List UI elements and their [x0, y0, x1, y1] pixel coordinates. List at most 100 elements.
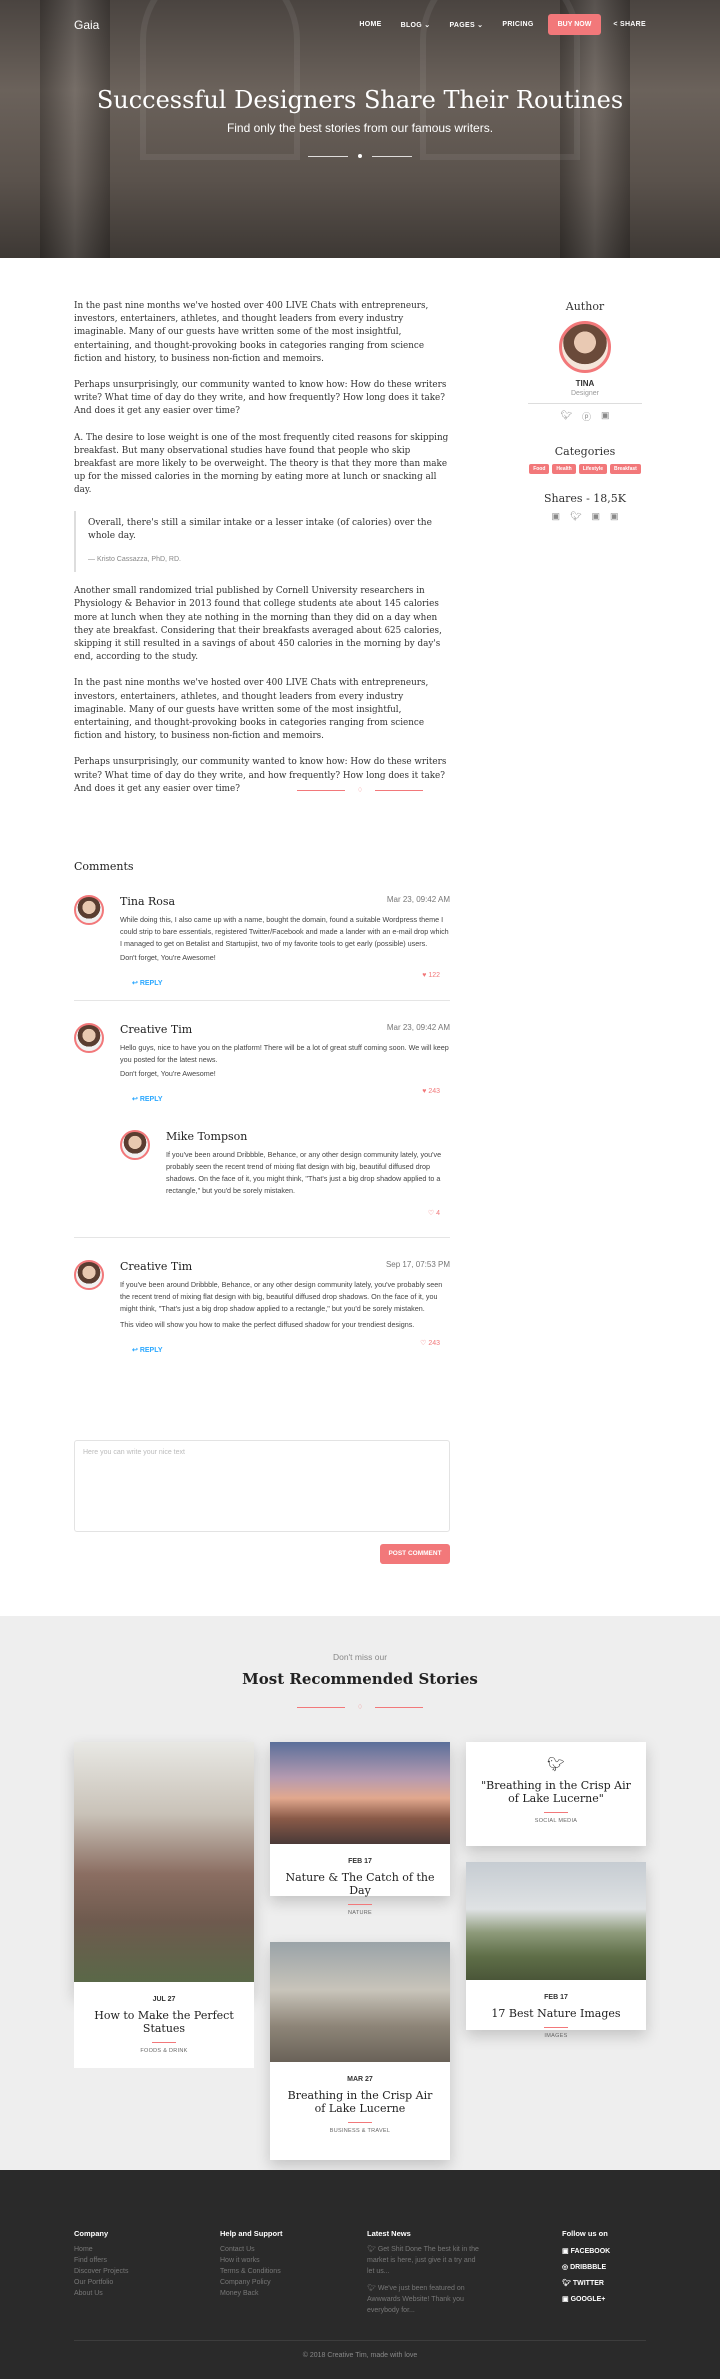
- google-icon[interactable]: ▣: [591, 511, 600, 522]
- comment-footer: ♡ 4: [166, 1209, 450, 1221]
- section-kicker: Don't miss our: [332, 1652, 388, 1662]
- twitter-link[interactable]: 🐦︎ TWITTER: [562, 2276, 610, 2292]
- google-link[interactable]: ▣ GOOGLE+: [562, 2292, 610, 2308]
- author-heading: Author: [565, 300, 605, 313]
- google-icon: ▣: [562, 2296, 571, 2303]
- news-item[interactable]: 🐦︎ Get Shit Done The best kit in the mar…: [367, 2244, 482, 2277]
- story-card[interactable]: 🐦︎ "Breathing in the Crisp Air of Lake L…: [466, 1742, 646, 1846]
- comment-date: Mar 23, 09:42 AM: [386, 895, 450, 904]
- nav-link-blog[interactable]: BLOG ⌄: [401, 21, 431, 29]
- like-button[interactable]: ♥ 122: [422, 972, 440, 979]
- footer-heading: Help and Support: [220, 2229, 283, 2238]
- news-item[interactable]: 🐦︎ We've just been featured on Awwwards …: [367, 2283, 482, 2316]
- facebook-label: FACEBOOK: [570, 2248, 611, 2255]
- comment-author: Mike Tompson: [166, 1130, 248, 1143]
- tag-food[interactable]: Food: [529, 464, 550, 474]
- twitter-icon: 🐦︎: [367, 2246, 378, 2253]
- facebook-icon: ▣: [562, 2248, 571, 2255]
- tag-health[interactable]: Health: [552, 464, 576, 474]
- google-label: GOOGLE+: [570, 2296, 606, 2303]
- comment-textarea[interactable]: Here you can write your nice text: [74, 1440, 450, 1532]
- footer-link[interactable]: Home: [74, 2244, 128, 2255]
- story-title: Breathing in the Crisp Air of Lake Lucer…: [287, 2089, 433, 2115]
- reply-label: REPLY: [139, 980, 163, 987]
- footer-link[interactable]: Our Portfolio: [74, 2277, 128, 2288]
- footer-link[interactable]: Find offers: [74, 2255, 128, 2266]
- tag-breakfast[interactable]: Breakfast: [610, 464, 641, 474]
- nav-link-home[interactable]: HOME: [359, 21, 381, 28]
- brand-logo[interactable]: Gaia: [74, 18, 99, 32]
- like-button[interactable]: ♡ 243: [420, 1339, 440, 1347]
- recommended-section: Don't miss our Most Recommended Stories …: [0, 1616, 720, 2170]
- reply-button[interactable]: ↩ REPLY: [132, 1096, 163, 1103]
- twitter-icon: 🐦︎: [562, 2280, 573, 2287]
- article-paragraph: In the past nine months we've hosted ove…: [74, 301, 429, 364]
- post-comment-button[interactable]: POST COMMENT: [380, 1544, 450, 1564]
- news-item-text: Get Shit Done The best kit in the market…: [367, 2246, 479, 2275]
- copyright: © 2018 Creative Tim, made with love: [302, 2352, 418, 2359]
- article-paragraph: A. The desire to lose weight is one of t…: [74, 432, 449, 496]
- story-image-rock: [270, 1742, 450, 1844]
- footer-link[interactable]: Terms & Conditions: [220, 2266, 283, 2277]
- story-image-statues: [270, 1942, 450, 2062]
- avatar[interactable]: [74, 1023, 104, 1053]
- story-card[interactable]: MAR 27 Breathing in the Crisp Air of Lak…: [270, 1942, 450, 2160]
- reply-icon: ↩: [132, 1347, 140, 1354]
- reply-icon: ↩: [132, 980, 140, 987]
- comment-text: If you've been around Dribbble, Behance,…: [120, 1280, 443, 1313]
- story-title: 17 Best Nature Images: [491, 2007, 621, 2020]
- avatar[interactable]: [74, 1260, 104, 1290]
- footer-link[interactable]: How it works: [220, 2255, 283, 2266]
- tag-lifestyle[interactable]: Lifestyle: [578, 464, 607, 474]
- facebook-icon[interactable]: ▣: [601, 410, 610, 423]
- facebook-link[interactable]: ▣ FACEBOOK: [562, 2244, 610, 2260]
- hero-divider: [0, 154, 720, 158]
- dribbble-link[interactable]: ◎ DRIBBBLE: [562, 2260, 610, 2276]
- buy-now-button[interactable]: BUY NOW: [547, 14, 602, 35]
- avatar[interactable]: [74, 895, 104, 925]
- category-tags: Food Health Lifestyle Breakfast: [520, 464, 650, 474]
- share-button[interactable]: < SHARE: [613, 21, 646, 28]
- twitter-icon[interactable]: 🐦︎: [570, 511, 581, 522]
- facebook-icon[interactable]: ▣: [552, 511, 561, 522]
- author-avatar[interactable]: [559, 321, 611, 373]
- reply-button[interactable]: ↩ REPLY: [132, 1347, 163, 1354]
- footer-link[interactable]: Money Back: [220, 2288, 283, 2299]
- divider: [348, 1904, 372, 1905]
- comment-text: Hello guys, nice to have you on the plat…: [120, 1043, 449, 1064]
- nav-link-pages[interactable]: PAGES ⌄: [449, 21, 483, 29]
- quote-text: Overall, there's still a similar intake …: [88, 517, 432, 541]
- pinterest-icon[interactable]: ⓟ: [582, 410, 591, 423]
- footer-link[interactable]: Contact Us: [220, 2244, 283, 2255]
- nav-link-pricing[interactable]: PRICING: [502, 21, 533, 28]
- footer-link[interactable]: Company Policy: [220, 2277, 283, 2288]
- footer-link[interactable]: Discover Projects: [74, 2266, 128, 2277]
- article-body: In the past nine months we've hosted ove…: [74, 300, 449, 809]
- divider: [544, 1812, 568, 1813]
- footer-heading: Company: [74, 2229, 109, 2238]
- footer-link[interactable]: About Us: [74, 2288, 128, 2299]
- linkedin-icon[interactable]: ▣: [610, 511, 619, 522]
- story-category: BUSINESS & TRAVEL: [329, 2128, 391, 2134]
- shares-heading: Shares - 18,5K: [543, 492, 626, 505]
- like-button[interactable]: ♥ 243: [422, 1088, 440, 1095]
- story-card[interactable]: FEB 17 17 Best Nature Images IMAGES: [466, 1862, 646, 2039]
- comment-footer: ↩ REPLY ♥ 122: [120, 972, 450, 987]
- story-date: FEB 17: [544, 1994, 568, 2001]
- footer-help: Help and Support Contact Us How it works…: [220, 2229, 283, 2299]
- comment-footer: ↩ REPLY ♡ 243: [120, 1339, 450, 1354]
- twitter-icon[interactable]: 🐦︎: [561, 410, 572, 423]
- comment-date: Sep 17, 07:53 PM: [385, 1260, 450, 1269]
- comment-date: Mar 23, 09:42 AM: [386, 1023, 450, 1032]
- section-divider: ♢: [0, 1703, 720, 1711]
- story-date: MAR 27: [347, 2076, 373, 2083]
- footer-social: Follow us on ▣ FACEBOOK ◎ DRIBBBLE 🐦︎ TW…: [562, 2229, 610, 2308]
- comments-heading: Comments: [74, 860, 134, 873]
- author-name: TINA: [575, 379, 595, 388]
- story-card[interactable]: FEB 17 Nature & The Catch of the Day NAT…: [270, 1742, 450, 1916]
- avatar[interactable]: [120, 1130, 150, 1160]
- story-card[interactable]: JUL 27 How to Make the Perfect Statues F…: [74, 1742, 254, 2068]
- reply-button[interactable]: ↩ REPLY: [132, 980, 163, 987]
- story-category: SOCIAL MEDIA: [534, 1818, 578, 1824]
- like-button[interactable]: ♡ 4: [428, 1209, 440, 1217]
